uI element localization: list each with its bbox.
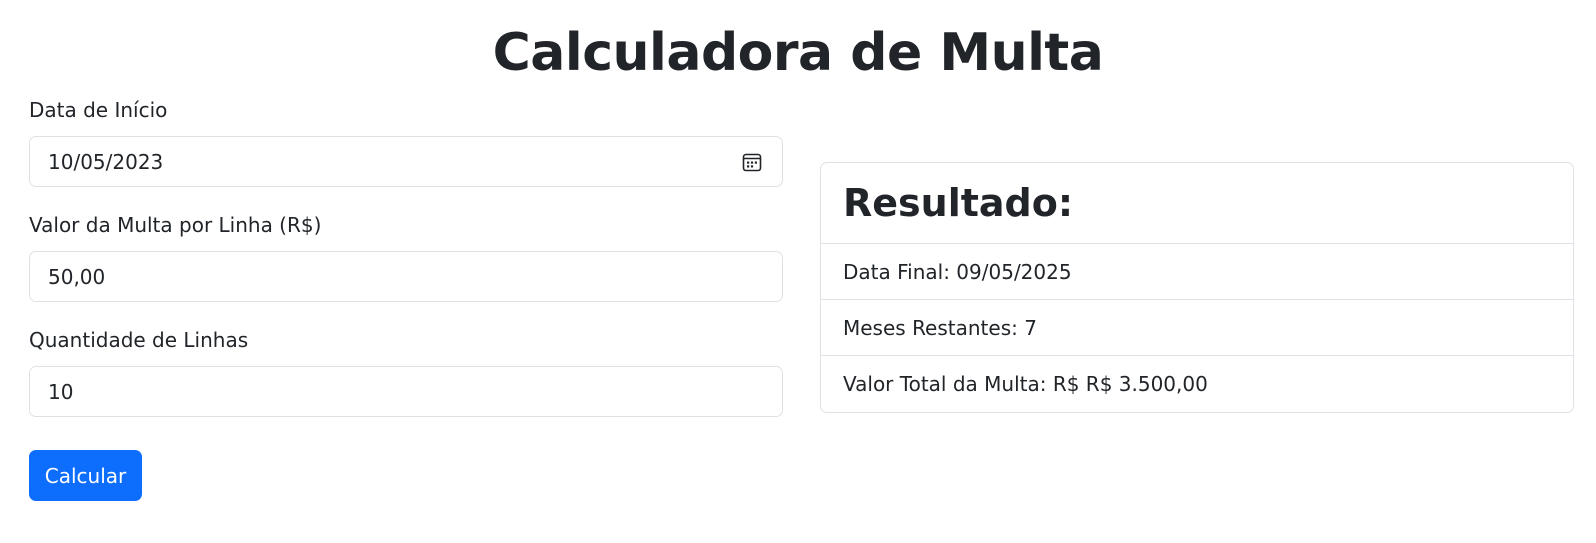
fine-per-line-group: Valor da Multa por Linha (R$) [29, 211, 783, 302]
fine-per-line-label: Valor da Multa por Linha (R$) [29, 213, 322, 237]
page-title: Calculadora de Multa [492, 23, 1104, 83]
fine-per-line-field-box [29, 251, 783, 302]
result-card: Resultado: Data Final: 09/05/2025 Meses … [820, 162, 1574, 413]
start-date-input[interactable] [30, 137, 782, 186]
calendar-icon[interactable] [742, 152, 762, 172]
result-header: Resultado: [821, 163, 1573, 244]
start-date-group: Data de Início [29, 96, 783, 187]
line-quantity-input[interactable] [30, 367, 782, 416]
line-quantity-group: Quantidade de Linhas [29, 326, 783, 417]
line-quantity-label: Quantidade de Linhas [29, 328, 249, 352]
start-date-label: Data de Início [29, 98, 168, 122]
page: Calculadora de Multa Data de Início Valo… [0, 0, 1596, 543]
calculate-button[interactable]: Calcular [29, 450, 142, 501]
start-date-field-box [29, 136, 783, 187]
result-title: Resultado: [843, 181, 1074, 225]
result-total-fine: Valor Total da Multa: R$ R$ 3.500,00 [843, 372, 1208, 396]
fine-per-line-input[interactable] [30, 252, 782, 301]
result-end-date: Data Final: 09/05/2025 [821, 244, 1573, 300]
result-remaining-months: Meses Restantes: 7 [821, 300, 1573, 356]
calculator-form: Data de Início Valor da Multa por Linha … [29, 96, 783, 441]
line-quantity-field-box [29, 366, 783, 417]
